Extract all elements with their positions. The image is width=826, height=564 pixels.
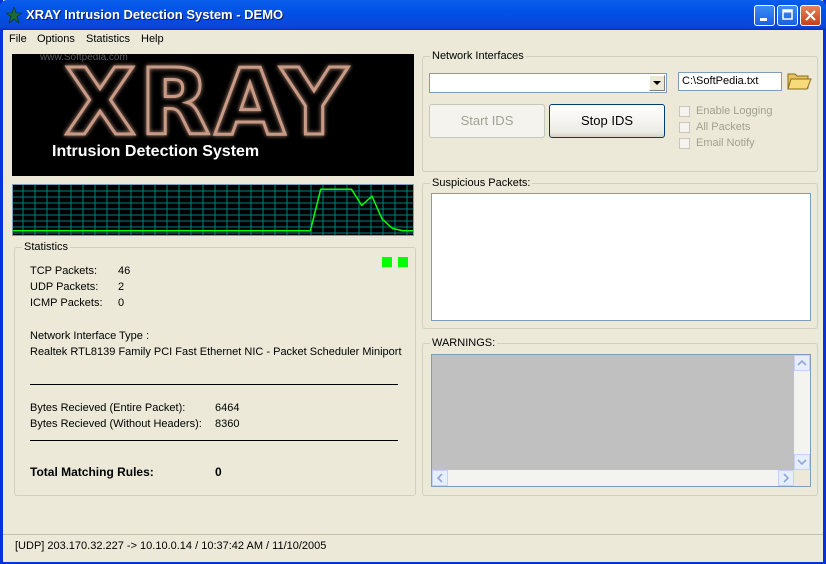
open-folder-icon[interactable] bbox=[786, 68, 812, 92]
xray-logo: www.Softpedia.com XRAY Intrusion Detecti… bbox=[12, 54, 414, 176]
chevron-down-icon bbox=[797, 459, 807, 466]
interface-dropdown-button[interactable] bbox=[649, 75, 665, 91]
maximize-button[interactable] bbox=[777, 5, 798, 26]
total-rules-label: Total Matching Rules: bbox=[30, 465, 154, 479]
chevron-right-icon bbox=[783, 473, 790, 483]
menu-statistics[interactable]: Statistics bbox=[86, 32, 130, 46]
divider-1 bbox=[30, 384, 398, 385]
statistics-group-label: Statistics bbox=[22, 241, 71, 253]
maximize-icon bbox=[782, 9, 793, 20]
tcp-label: TCP Packets: bbox=[30, 265, 98, 277]
all-packets-checkbox[interactable] bbox=[679, 122, 690, 133]
close-icon bbox=[805, 10, 816, 21]
suspicious-packets-list[interactable] bbox=[431, 193, 811, 321]
suspicious-packets-label: Suspicious Packets: bbox=[430, 177, 533, 189]
menu-file[interactable]: File bbox=[9, 32, 27, 46]
window-title: XRAY Intrusion Detection System - DEMO bbox=[26, 7, 284, 22]
status-indicator-1 bbox=[382, 257, 392, 267]
warnings-horizontal-scrollbar[interactable] bbox=[432, 470, 794, 486]
enable-logging-checkbox[interactable] bbox=[679, 106, 690, 117]
menu-bar: File Options Statistics Help bbox=[3, 30, 823, 48]
stop-ids-button[interactable]: Stop IDS bbox=[549, 104, 665, 138]
email-notify-checkbox[interactable] bbox=[679, 138, 690, 149]
warnings-vertical-scrollbar[interactable] bbox=[794, 355, 810, 470]
bytes-noheaders-label: Bytes Recieved (Without Headers): bbox=[30, 418, 202, 430]
udp-label: UDP Packets: bbox=[30, 281, 99, 293]
minimize-icon bbox=[760, 18, 767, 21]
logo-subtitle: Intrusion Detection System bbox=[52, 143, 260, 160]
enable-logging-label: Enable Logging bbox=[696, 105, 773, 117]
logo-main-text: XRAY bbox=[65, 54, 352, 156]
log-file-field[interactable]: C:\SoftPedia.txt bbox=[678, 72, 782, 91]
status-text: [UDP] 203.170.32.227 -> 10.10.0.14 / 10:… bbox=[15, 540, 327, 552]
traffic-line bbox=[13, 188, 413, 232]
minimize-button[interactable] bbox=[754, 5, 775, 26]
scroll-down-button[interactable] bbox=[794, 454, 810, 470]
network-interface-type-value: Realtek RTL8139 Family PCI Fast Ethernet… bbox=[30, 346, 402, 358]
udp-value: 2 bbox=[118, 281, 125, 293]
start-ids-button[interactable]: Start IDS bbox=[429, 104, 545, 138]
bytes-entire-value: 6464 bbox=[215, 402, 240, 414]
bytes-entire-label: Bytes Recieved (Entire Packet): bbox=[30, 402, 186, 414]
status-indicator-2 bbox=[398, 257, 408, 267]
traffic-graph-plot bbox=[13, 185, 413, 235]
menu-help[interactable]: Help bbox=[141, 32, 164, 46]
all-packets-label: All Packets bbox=[696, 121, 751, 133]
scroll-up-button[interactable] bbox=[794, 355, 810, 371]
chevron-left-icon bbox=[436, 473, 443, 483]
scroll-corner bbox=[794, 470, 810, 486]
bytes-noheaders-value: 8360 bbox=[215, 418, 240, 430]
network-interface-type-label: Network Interface Type : bbox=[30, 330, 150, 342]
menu-options[interactable]: Options bbox=[37, 32, 75, 46]
app-window: XRAY Intrusion Detection System - DEMO F… bbox=[0, 0, 826, 564]
warnings-text-area[interactable] bbox=[431, 354, 811, 487]
scroll-right-button[interactable] bbox=[778, 470, 794, 486]
email-notify-label: Email Notify bbox=[696, 137, 755, 149]
total-rules-value: 0 bbox=[215, 465, 222, 479]
divider-2 bbox=[30, 440, 398, 441]
status-bar: [UDP] 203.170.32.227 -> 10.10.0.14 / 10:… bbox=[3, 534, 823, 562]
scroll-left-button[interactable] bbox=[432, 470, 448, 486]
star-app-icon bbox=[6, 7, 22, 23]
tcp-value: 46 bbox=[118, 265, 131, 277]
close-button[interactable] bbox=[800, 5, 821, 26]
chevron-down-icon bbox=[653, 81, 661, 85]
traffic-graph bbox=[12, 184, 414, 236]
icmp-label: ICMP Packets: bbox=[30, 297, 103, 309]
warnings-label: WARNINGS: bbox=[430, 337, 498, 349]
chevron-up-icon bbox=[797, 359, 807, 366]
interface-select[interactable] bbox=[429, 73, 667, 93]
network-interfaces-label: Network Interfaces bbox=[430, 50, 526, 62]
title-bar[interactable]: XRAY Intrusion Detection System - DEMO bbox=[0, 0, 826, 30]
icmp-value: 0 bbox=[118, 297, 125, 309]
